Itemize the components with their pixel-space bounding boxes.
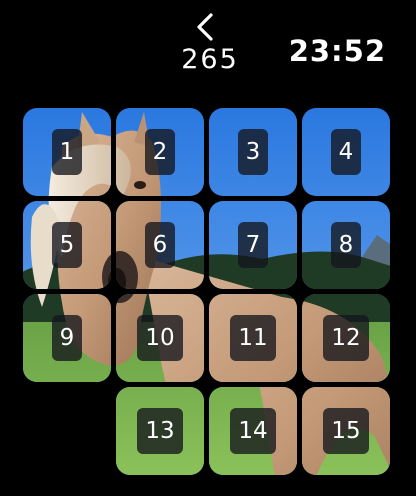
tile-number: 13 [137,408,183,454]
tile-number: 12 [323,315,369,361]
puzzle-tile[interactable]: 6 [116,201,204,289]
tile-number: 1 [52,129,82,175]
puzzle-tile[interactable]: 5 [23,201,111,289]
puzzle-tile[interactable]: 2 [116,108,204,196]
puzzle-tile[interactable]: 13 [116,387,204,475]
puzzle-tile[interactable]: 7 [209,201,297,289]
tile-number: 15 [323,408,369,454]
puzzle-tile[interactable]: 15 [302,387,390,475]
tile-number: 8 [331,222,361,268]
tile-number: 9 [52,315,82,361]
puzzle-tile[interactable]: 1 [23,108,111,196]
move-counter: 265 [181,44,239,75]
tile-number: 10 [137,315,183,361]
puzzle-tile[interactable]: 10 [116,294,204,382]
clock: 23:52 [288,34,386,68]
tile-number: 3 [238,129,268,175]
tile-number: 11 [230,315,276,361]
tile-number: 14 [230,408,276,454]
puzzle-tile[interactable]: 8 [302,201,390,289]
puzzle-tile[interactable]: 3 [209,108,297,196]
tile-number: 4 [331,129,361,175]
tile-number: 5 [52,222,82,268]
puzzle-board: 1 2 3 4 5 6 7 8 9 10 11 12 13 14 15 [22,107,394,479]
puzzle-tile[interactable]: 12 [302,294,390,382]
tile-number: 6 [145,222,175,268]
tile-number: 2 [145,129,175,175]
puzzle-tile[interactable]: 14 [209,387,297,475]
puzzle-tile[interactable]: 9 [23,294,111,382]
back-chevron-icon[interactable] [192,12,220,42]
tile-number: 7 [238,222,268,268]
puzzle-tile[interactable]: 4 [302,108,390,196]
puzzle-tile[interactable]: 11 [209,294,297,382]
